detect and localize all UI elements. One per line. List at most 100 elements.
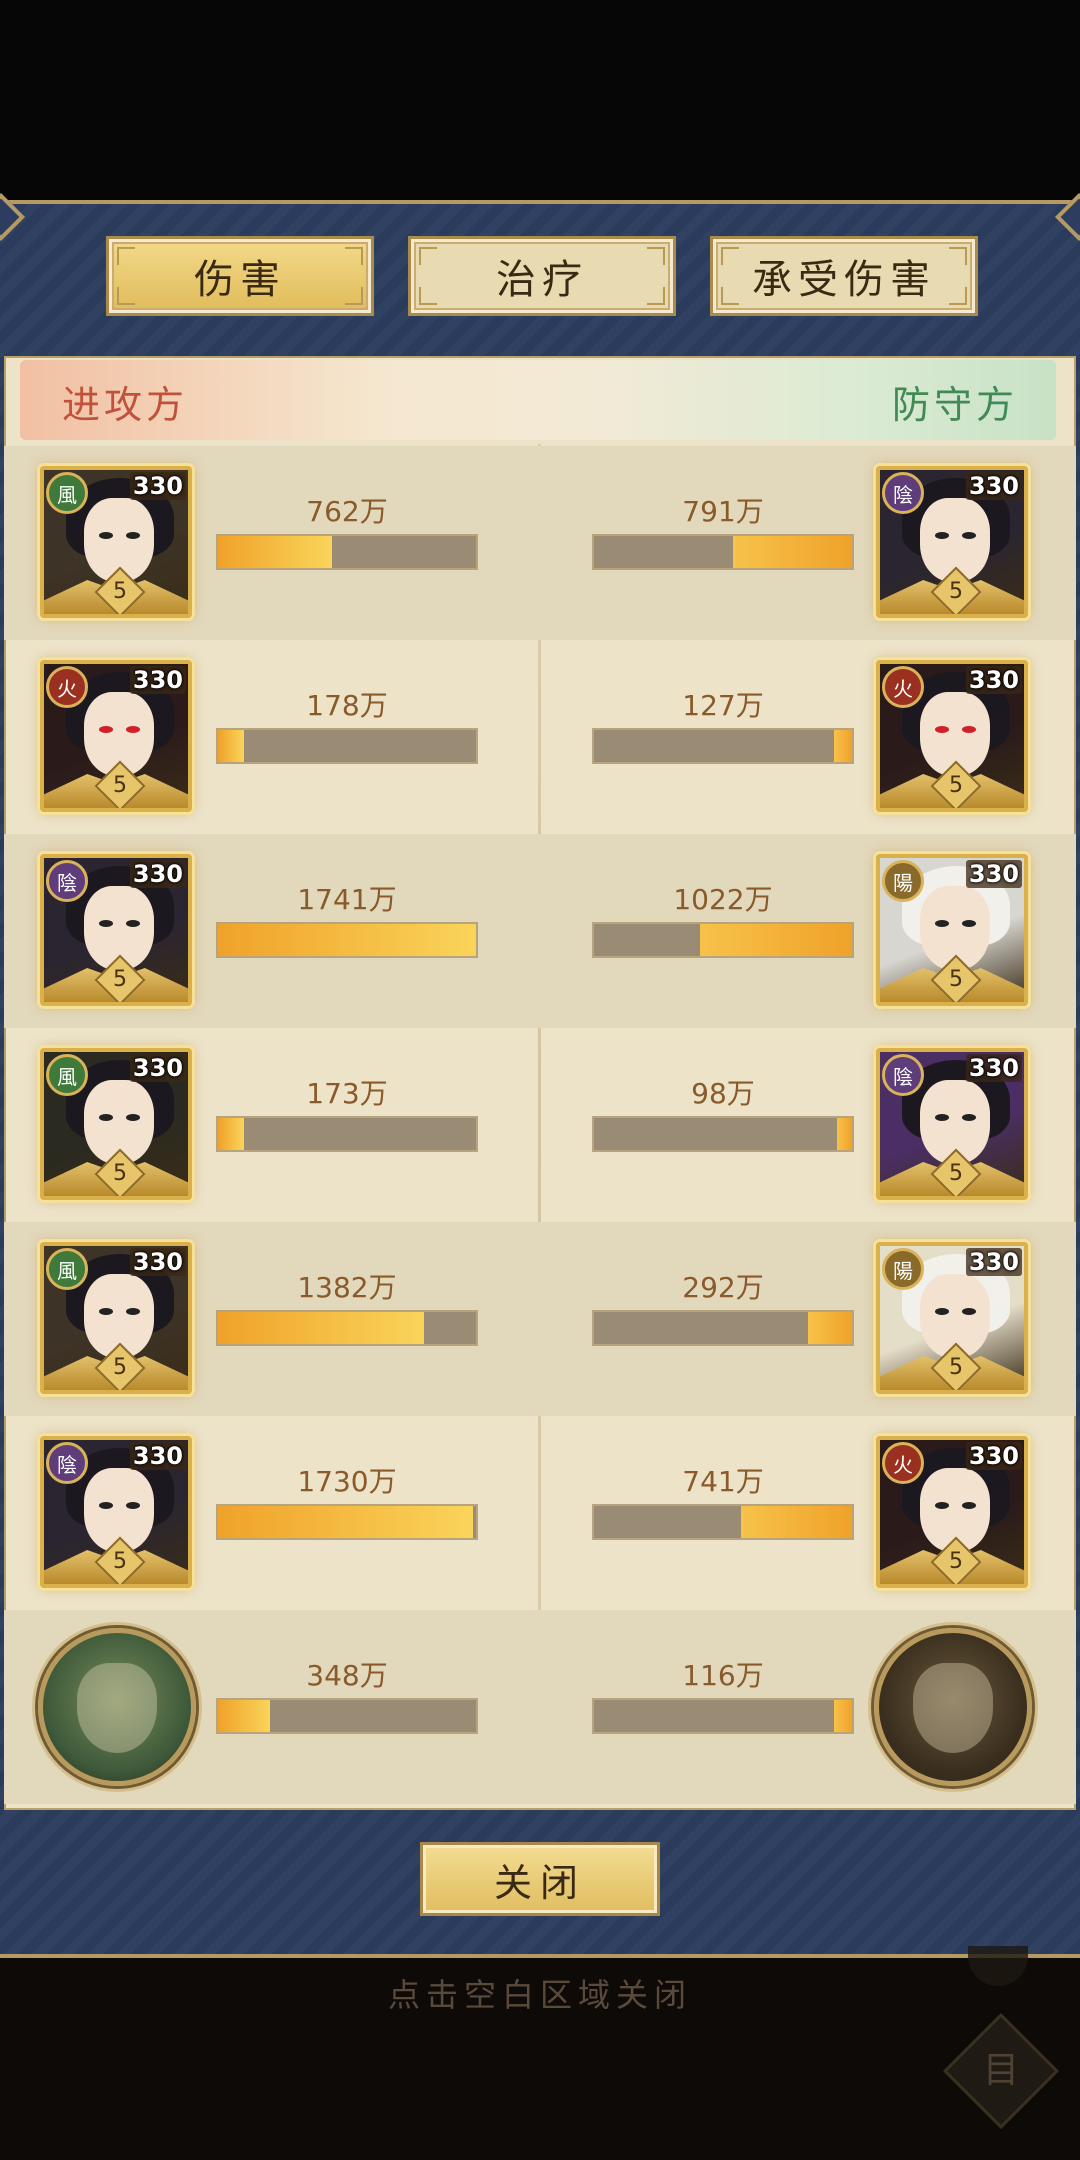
attacker-label: 进攻方 — [62, 383, 189, 427]
star-count: 5 — [949, 773, 963, 798]
attacker-damage-bar — [216, 1504, 478, 1540]
defender-damage-bar — [592, 728, 854, 764]
portrait-eye — [935, 532, 949, 539]
portrait-eye — [935, 1502, 949, 1509]
portrait-eye — [935, 920, 949, 927]
defender-onmyoji-avatar[interactable] — [874, 1628, 1032, 1786]
defender-damage-value: 741万 — [682, 1465, 764, 1498]
defender-damage-bar — [592, 1310, 854, 1346]
damage-bar-fill — [218, 730, 244, 762]
level-badge: 330 — [129, 1442, 186, 1470]
attacker-shikigami-avatar[interactable]: 5 330 風 — [40, 466, 192, 618]
attacker-damage-value: 1382万 — [297, 1271, 397, 1304]
damage-bar-fill — [699, 924, 852, 956]
attacker-damage-value: 762万 — [306, 495, 388, 528]
top-backdrop — [0, 0, 1080, 200]
level-badge: 330 — [965, 1054, 1022, 1082]
element-badge-icon: 陰 — [46, 1442, 88, 1484]
level-badge: 330 — [129, 1248, 186, 1276]
damage-bar-fill — [741, 1506, 852, 1538]
defender-damage-value: 292万 — [682, 1271, 764, 1304]
damage-bar-fill — [833, 730, 852, 762]
tab-damage-label: 伤害 — [194, 257, 286, 303]
tab-damage-taken[interactable]: 承受伤害 — [710, 236, 978, 316]
tab-healing-label: 治疗 — [496, 257, 588, 303]
star-count: 5 — [113, 1161, 127, 1186]
defender-damage-bar — [592, 1698, 854, 1734]
defender-damage-value: 127万 — [682, 689, 764, 722]
scroll-menu-glyph: 目 — [982, 2050, 1019, 2091]
level-badge: 330 — [129, 860, 186, 888]
star-count: 5 — [113, 773, 127, 798]
defender-damage-value: 116万 — [682, 1659, 764, 1692]
defender-shikigami-avatar[interactable]: 5 330 陽 — [876, 1242, 1028, 1394]
creature-portrait — [77, 1663, 157, 1753]
defender-shikigami-avatar[interactable]: 5 330 陰 — [876, 466, 1028, 618]
defender-shikigami-avatar[interactable]: 5 330 陽 — [876, 854, 1028, 1006]
level-badge: 330 — [965, 472, 1022, 500]
attacker-shikigami-avatar[interactable]: 5 330 陰 — [40, 854, 192, 1006]
portrait-eye — [962, 726, 976, 733]
close-button[interactable]: 关闭 — [420, 1842, 660, 1916]
portrait-eye — [962, 1502, 976, 1509]
attacker-shikigami-avatar[interactable]: 5 330 陰 — [40, 1436, 192, 1588]
damage-bar-fill — [836, 1118, 852, 1150]
portrait-eye — [935, 726, 949, 733]
star-count: 5 — [113, 1549, 127, 1574]
attacker-shikigami-avatar[interactable]: 5 330 火 — [40, 660, 192, 812]
tab-damage[interactable]: 伤害 — [106, 236, 374, 316]
element-badge-icon: 陽 — [882, 1248, 924, 1290]
damage-bar-fill — [218, 924, 476, 956]
attacker-damage-bar — [216, 1310, 478, 1346]
defender-label: 防守方 — [891, 383, 1018, 427]
defender-damage-bar — [592, 1504, 854, 1540]
portrait-eye — [99, 726, 113, 733]
defender-shikigami-avatar[interactable]: 5 330 陰 — [876, 1048, 1028, 1200]
star-count: 5 — [949, 1355, 963, 1380]
attacker-onmyoji-avatar[interactable] — [38, 1628, 196, 1786]
attacker-shikigami-avatar[interactable]: 5 330 風 — [40, 1048, 192, 1200]
level-badge: 330 — [129, 666, 186, 694]
attacker-damage-bar — [216, 728, 478, 764]
portrait-eye — [126, 920, 140, 927]
attacker-damage-bar — [216, 1698, 478, 1734]
attacker-damage-bar — [216, 1116, 478, 1152]
attacker-damage-value: 173万 — [306, 1077, 388, 1110]
star-count: 5 — [949, 967, 963, 992]
portrait-eye — [962, 1114, 976, 1121]
portrait-eye — [99, 1114, 113, 1121]
attacker-shikigami-avatar[interactable]: 5 330 風 — [40, 1242, 192, 1394]
damage-bar-fill — [808, 1312, 852, 1344]
portrait-eye — [126, 1308, 140, 1315]
defender-damage-value: 98万 — [691, 1077, 755, 1110]
damage-bar-fill — [218, 1700, 270, 1732]
portrait-eye — [962, 532, 976, 539]
close-button-label: 关闭 — [493, 1860, 586, 1905]
portrait-eye — [126, 1114, 140, 1121]
element-badge-icon: 火 — [46, 666, 88, 708]
defender-shikigami-avatar[interactable]: 5 330 火 — [876, 660, 1028, 812]
damage-bar-fill — [218, 1312, 425, 1344]
defender-damage-value: 791万 — [682, 495, 764, 528]
level-badge: 330 — [129, 472, 186, 500]
attacker-damage-value: 1730万 — [297, 1465, 397, 1498]
damage-bar-fill — [218, 1506, 474, 1538]
portrait-eye — [126, 726, 140, 733]
defender-damage-value: 1022万 — [673, 883, 773, 916]
level-badge: 330 — [965, 860, 1022, 888]
element-badge-icon: 風 — [46, 472, 88, 514]
portrait-eye — [935, 1308, 949, 1315]
attacker-damage-value: 178万 — [306, 689, 388, 722]
level-badge: 330 — [965, 1248, 1022, 1276]
damage-bar-fill — [218, 1118, 244, 1150]
element-badge-icon: 陰 — [882, 1054, 924, 1096]
defender-shikigami-avatar[interactable]: 5 330 火 — [876, 1436, 1028, 1588]
level-badge: 330 — [965, 666, 1022, 694]
damage-bar-fill — [833, 1700, 852, 1732]
portrait-eye — [962, 920, 976, 927]
tab-healing[interactable]: 治疗 — [408, 236, 676, 316]
star-count: 5 — [949, 1549, 963, 1574]
close-hint[interactable]: 点击空白区域关闭 — [0, 1970, 1080, 2016]
element-badge-icon: 火 — [882, 1442, 924, 1484]
star-count: 5 — [113, 579, 127, 604]
